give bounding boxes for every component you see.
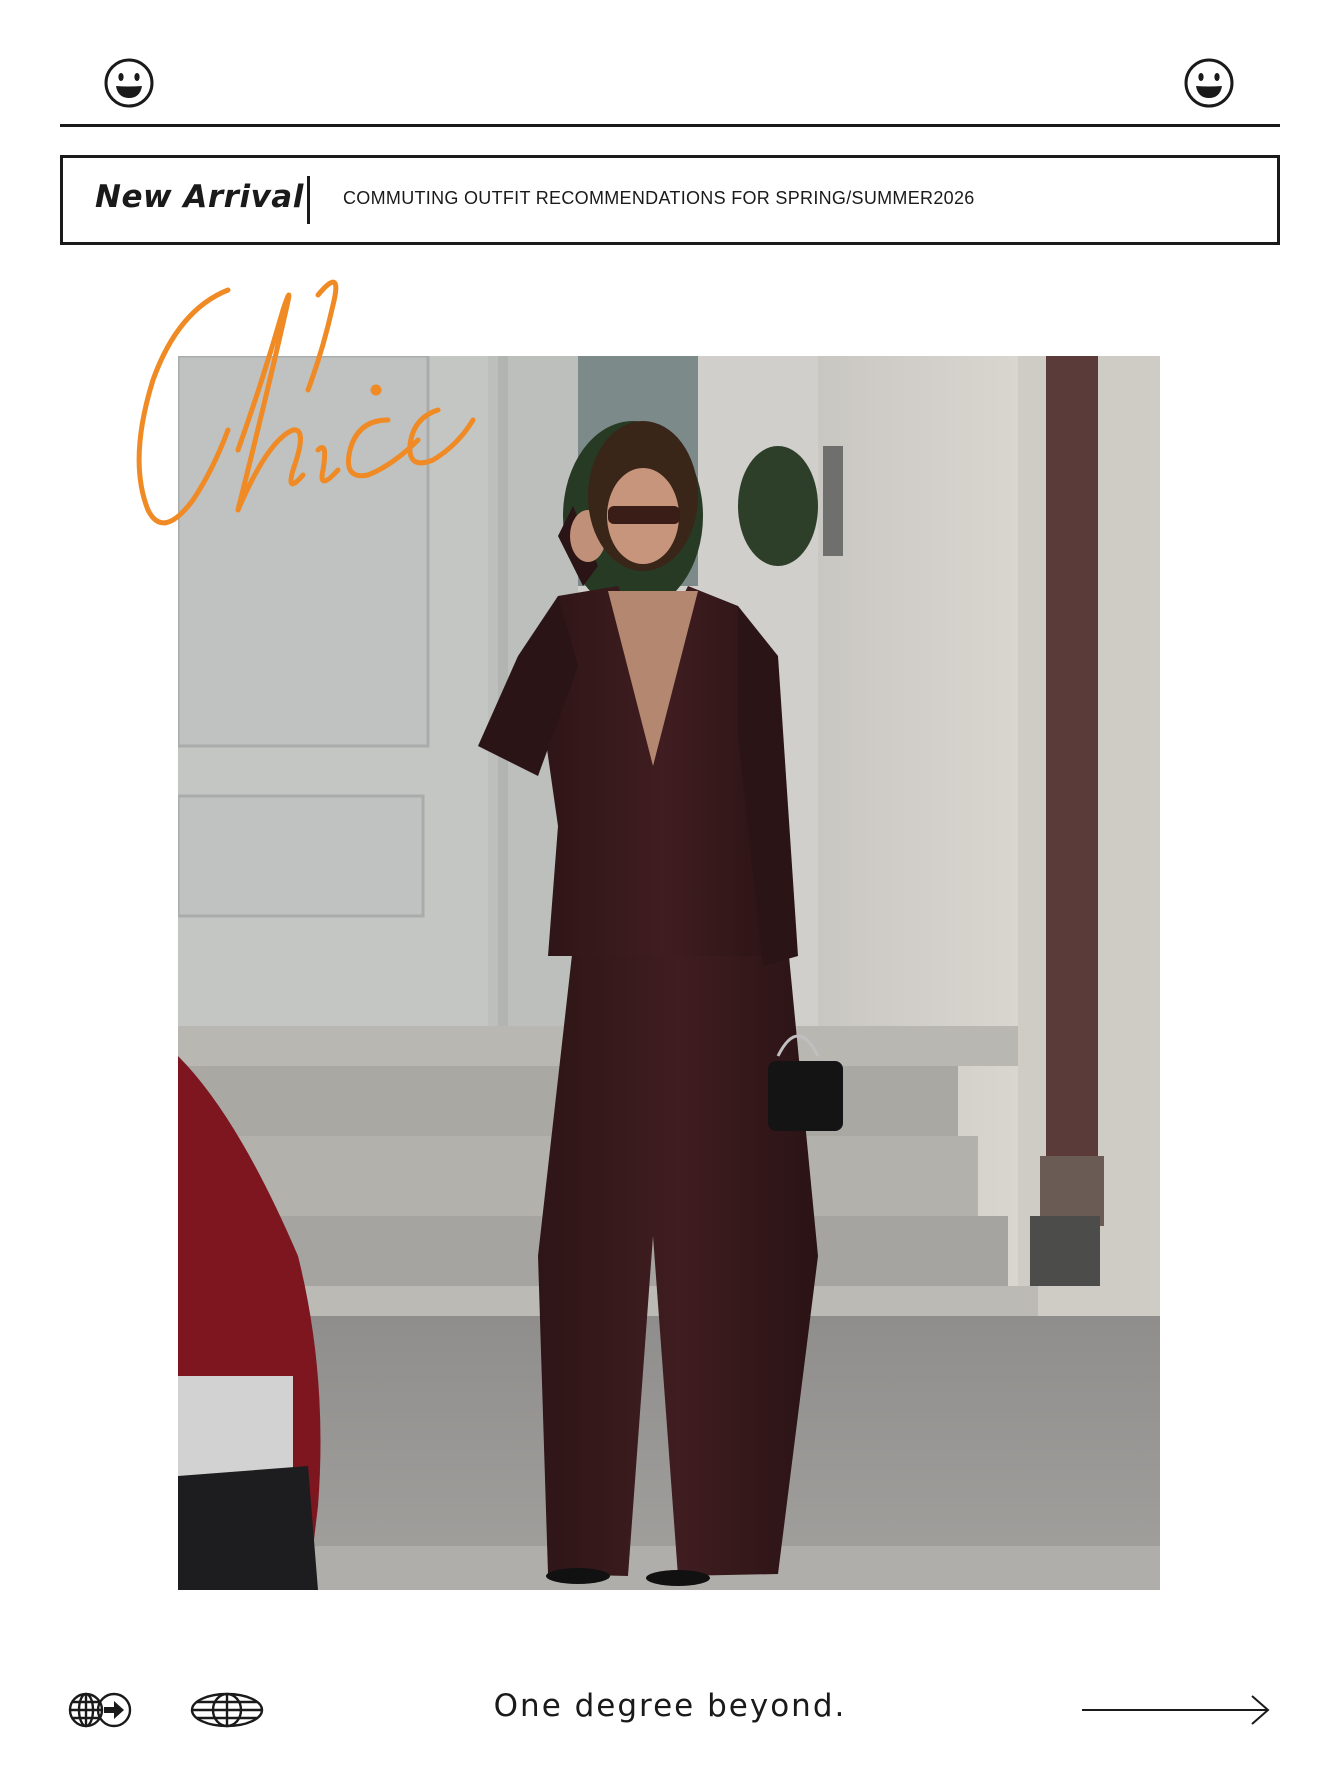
banner-divider (307, 176, 310, 224)
smiley-face-icon (1183, 57, 1235, 109)
globe-icon (190, 1692, 264, 1728)
top-divider (60, 124, 1280, 127)
chic-script-word (118, 270, 478, 540)
banner-title: New Arrival (95, 179, 304, 215)
woman-in-burgundy-suit-photo (178, 356, 1160, 1590)
banner-subtitle: COMMUTING OUTFIT RECOMMENDATIONS FOR SPR… (343, 188, 975, 208)
tagline: One degree beyond. (493, 1688, 847, 1724)
new-arrival-banner: New Arrival COMMUTING OUTFIT RECOMMENDAT… (60, 155, 1280, 245)
long-arrow-right-icon[interactable] (1080, 1694, 1272, 1726)
smiley-face-icon (103, 57, 155, 109)
globe-arrow-icon (66, 1690, 134, 1730)
